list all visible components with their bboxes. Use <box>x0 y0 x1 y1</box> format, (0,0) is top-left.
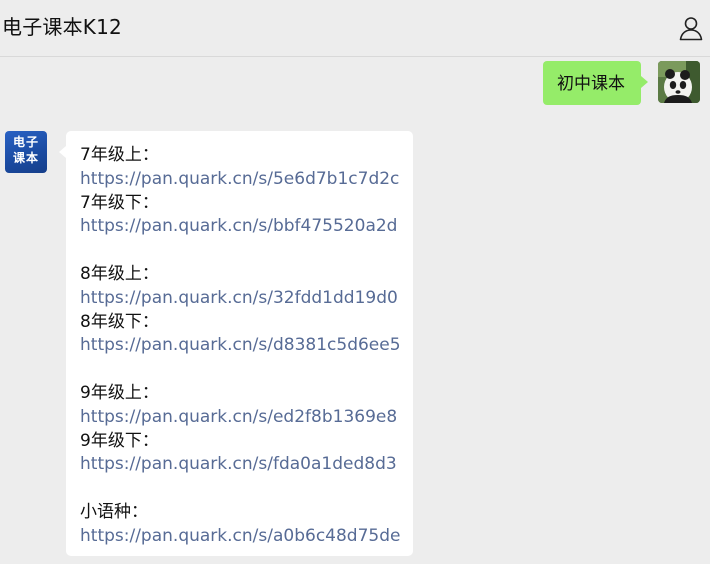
grade-label: 8年级上： <box>80 263 159 284</box>
download-link[interactable]: https://pan.quark.cn/s/ed2f8b1369e8 <box>80 406 413 430</box>
user-avatar[interactable] <box>658 61 700 103</box>
chat-header: 电子课本K12 <box>0 0 710 57</box>
download-link[interactable]: https://pan.quark.cn/s/5e6d7b1c7d2c <box>80 168 413 192</box>
sender-avatar[interactable]: 电子 课本 <box>5 131 47 173</box>
grade-label: 7年级上： <box>80 145 159 165</box>
chat-title: 电子课本K12 <box>2 15 122 39</box>
grade-label: 7年级下： <box>80 192 159 213</box>
download-link[interactable]: https://pan.quark.cn/s/bbf475520a2d <box>80 215 413 239</box>
download-link[interactable]: https://pan.quark.cn/s/d8381c5d6ee5 <box>80 334 413 358</box>
download-link[interactable]: https://pan.quark.cn/s/fda0a1ded8d3 <box>80 453 413 477</box>
sender-avatar-line1: 电子 <box>12 135 39 149</box>
grade-label: 9年级下： <box>80 430 159 451</box>
sent-message-text: 初中课本 <box>557 74 625 94</box>
person-outline-icon[interactable] <box>677 14 705 42</box>
download-link[interactable]: https://pan.quark.cn/s/32fdd1dd19d0 <box>80 287 413 311</box>
language-label: 小语种： <box>80 501 148 522</box>
sender-avatar-text: 电子 课本 <box>5 134 47 166</box>
sent-message-bubble[interactable]: 初中课本 <box>543 61 648 105</box>
sender-avatar-line2: 课本 <box>12 151 39 165</box>
grade-label: 9年级上： <box>80 382 159 403</box>
download-link[interactable]: https://pan.quark.cn/s/a0b6c48d75de <box>80 525 413 549</box>
grade-label: 8年级下： <box>80 311 159 332</box>
sent-message-row: 初中课本 <box>543 61 700 105</box>
received-message-bubble[interactable]: 7年级上： https://pan.quark.cn/s/5e6d7b1c7d2… <box>59 131 413 556</box>
